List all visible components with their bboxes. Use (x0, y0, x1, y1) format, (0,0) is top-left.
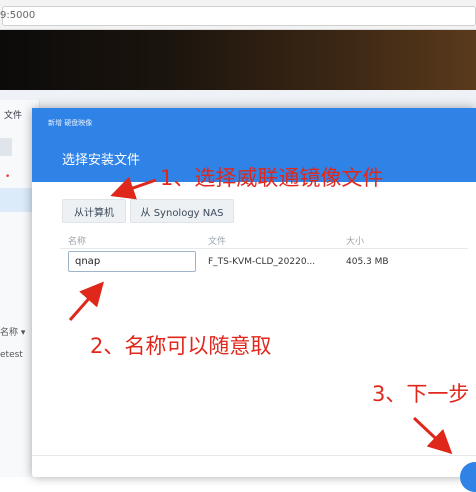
background-name-column[interactable]: 名称 ▾ (0, 325, 25, 338)
background-button[interactable] (0, 138, 12, 156)
from-computer-button[interactable]: 从计算机 (62, 199, 126, 223)
background-row-text: etest (0, 350, 23, 360)
image-name-input[interactable]: qnap (68, 251, 196, 272)
dialog-breadcrumb: 新增 硬盘映像 (48, 119, 93, 127)
address-text: 9:5000 (0, 10, 36, 21)
background-status-dot: • (5, 172, 11, 182)
background-selected-row[interactable] (0, 188, 36, 212)
from-nas-button[interactable]: 从 Synology NAS (130, 199, 234, 223)
file-size-cell: 405.3 MB (346, 257, 389, 267)
column-header-size: 大小 (346, 237, 365, 247)
background-file-label: 文件 (4, 111, 23, 121)
address-bar[interactable] (2, 6, 476, 26)
column-header-name: 名称 (68, 237, 87, 247)
file-name-cell: F_TS-KVM-CLD_20220... (208, 257, 316, 267)
desktop-wallpaper (0, 30, 476, 90)
annotation-step2: 2、名称可以随意取 (90, 334, 272, 358)
dialog-footer-divider (32, 455, 476, 456)
column-header-file: 文件 (208, 237, 227, 247)
dialog-title: 选择安装文件 (62, 153, 141, 168)
annotation-step3: 3、下一步 (372, 382, 470, 406)
table-header-divider (60, 248, 468, 249)
annotation-step1: 1、选择威联通镜像文件 (160, 166, 384, 190)
